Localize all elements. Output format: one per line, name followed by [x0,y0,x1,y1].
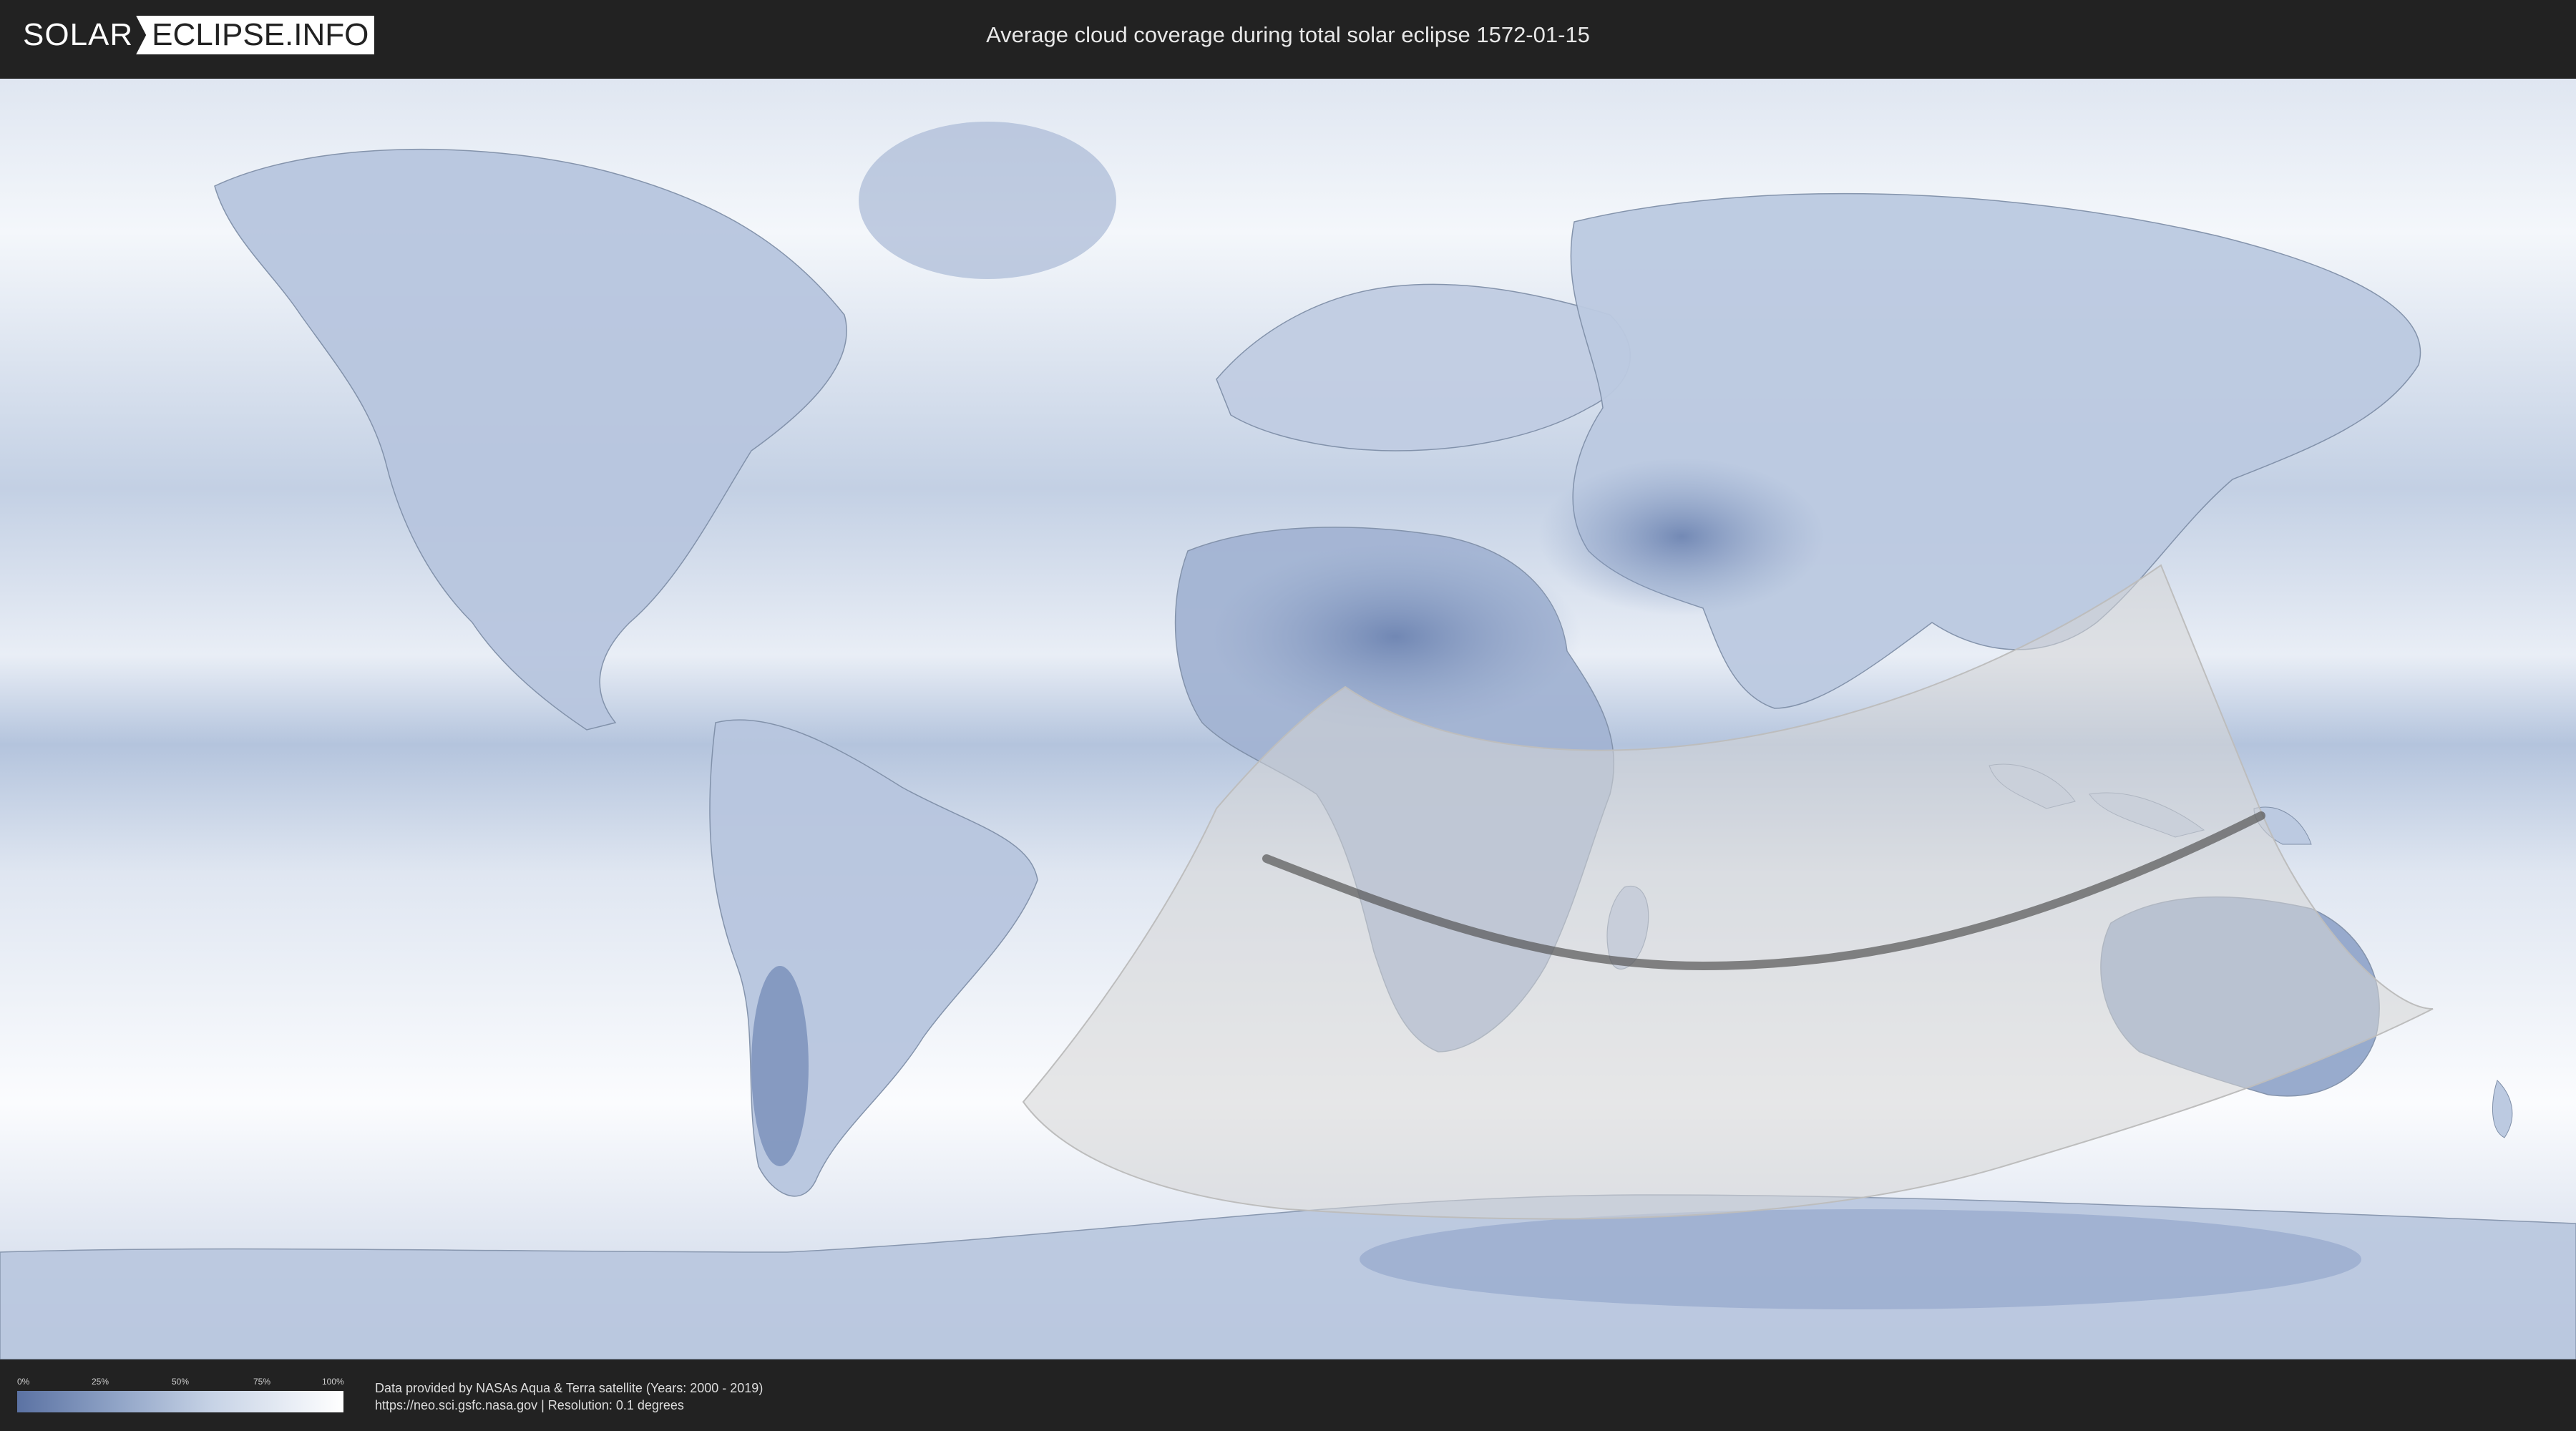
page-title: Average cloud coverage during total sola… [986,22,1590,47]
map-canvas [0,79,2576,1359]
greenland [859,122,1116,279]
header-bar: SOLAR ECLIPSE.INFO Average cloud coverag… [0,0,2576,70]
legend-tick-50: 50% [172,1377,190,1387]
credits-line-url: https://neo.sci.gsfc.nasa.gov | Resoluti… [375,1398,684,1412]
legend-tick-25: 25% [92,1377,109,1387]
cloud-coverage-legend: 0% 25% 50% 75% 100% [17,1377,344,1414]
cloud-coverage-map[interactable] [0,79,2576,1359]
app-root: SOLAR ECLIPSE.INFO Average cloud coverag… [0,0,2576,1431]
data-credits: Data provided by NASAs Aqua & Terra sate… [375,1379,763,1414]
sahara-clear [1209,544,1581,730]
credits-line-source: Data provided by NASAs Aqua & Terra sate… [375,1381,763,1395]
legend-tick-0: 0% [17,1377,30,1387]
legend-gradient-bar [17,1391,343,1412]
footer-bar: 0% 25% 50% 75% 100% Data provided by NAS… [0,1359,2576,1431]
legend-tick-75: 75% [253,1377,271,1387]
legend-tick-100: 100% [322,1377,344,1387]
